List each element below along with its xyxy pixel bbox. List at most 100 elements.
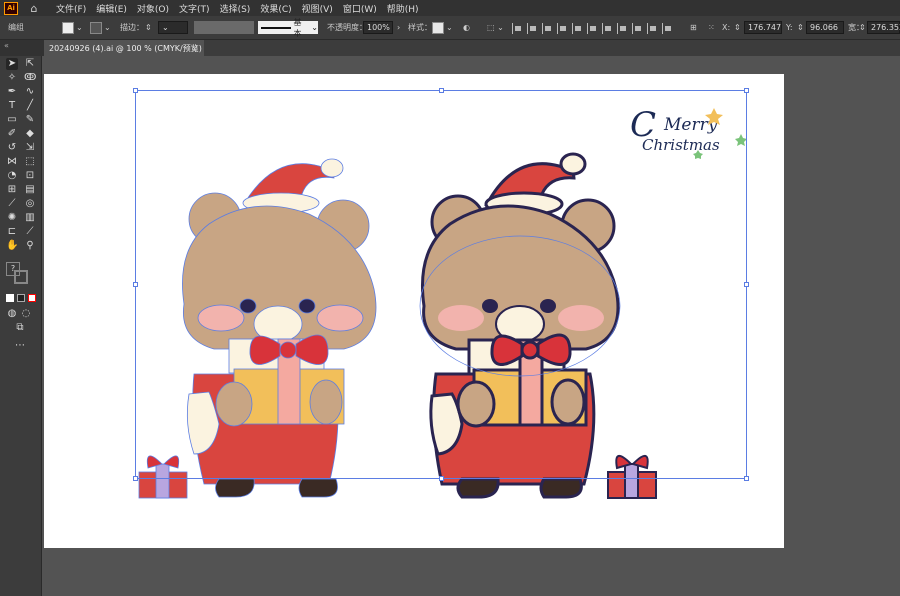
more-tools-icon[interactable]: ⋯	[14, 340, 26, 352]
x-label: X:	[722, 23, 731, 32]
handle-bottom-right[interactable]	[744, 476, 749, 481]
menu-window[interactable]: 窗口(W)	[343, 2, 377, 15]
slice-tool-icon[interactable]: ⟋	[24, 226, 36, 238]
y-stepper-icon[interactable]: ⇕	[797, 20, 804, 35]
variable-width-profile[interactable]	[194, 21, 254, 34]
brush-tool-icon[interactable]: ✎	[24, 114, 36, 126]
opacity-arrow-icon[interactable]: ›	[397, 20, 400, 35]
perspective-grid-icon[interactable]: ⊡	[24, 170, 36, 182]
stroke-mode-icon[interactable]	[17, 294, 25, 302]
document-tabbar: 20240926 (4).ai @ 100 % (CMYK/预览) ×	[44, 40, 900, 56]
handle-top-right[interactable]	[744, 88, 749, 93]
width-tool-icon[interactable]: ⋈	[6, 156, 18, 168]
align-bottom-icon[interactable]	[587, 23, 597, 34]
distribute-left-icon[interactable]	[647, 23, 657, 34]
lasso-tool-icon[interactable]: ↂ	[24, 72, 36, 84]
stroke-weight-stepper[interactable]: ⇕	[145, 20, 152, 35]
eraser-tool-icon[interactable]: ◆	[24, 128, 36, 140]
artboard-tool-icon[interactable]: ⊏	[6, 226, 18, 238]
stroke-weight-field[interactable]: ⌄	[158, 21, 188, 34]
gradient-tool-icon[interactable]: ▤	[24, 184, 36, 196]
w-field[interactable]: 276.352	[867, 21, 900, 34]
shape-builder-icon[interactable]: ◔	[6, 170, 18, 182]
direct-selection-icon[interactable]: ⇱	[24, 58, 36, 70]
blend-tool-icon[interactable]: ◎	[24, 198, 36, 210]
handle-top-center[interactable]	[439, 88, 444, 93]
align-left-icon[interactable]	[512, 23, 522, 34]
fill-swatch[interactable]: ⌄	[62, 20, 83, 35]
menu-effect[interactable]: 效果(C)	[260, 2, 291, 15]
draw-behind-icon[interactable]: ◌	[20, 308, 32, 320]
fill-mode-icon[interactable]	[6, 294, 14, 302]
eyedropper-icon[interactable]: ⟋	[6, 198, 18, 210]
align-hcenter-icon[interactable]	[527, 23, 537, 34]
selection-bounding-box[interactable]	[133, 88, 749, 481]
handle-bottom-left[interactable]	[133, 476, 138, 481]
stroke-line-preview	[261, 26, 291, 29]
w-stepper-icon[interactable]: ⇕	[859, 20, 866, 35]
handle-middle-left[interactable]	[133, 282, 138, 287]
opacity-field[interactable]: 100%	[363, 21, 393, 34]
shaper-tool-icon[interactable]: ✐	[6, 128, 18, 140]
draw-mode-icon[interactable]: ◍	[6, 308, 18, 320]
zoom-tool-icon[interactable]: ⚲	[24, 240, 36, 252]
menu-view[interactable]: 视图(V)	[302, 2, 333, 15]
align-right-icon[interactable]	[542, 23, 552, 34]
scale-tool-icon[interactable]: ⇲	[24, 142, 36, 154]
ref-point-icon[interactable]: ⁙	[708, 20, 715, 35]
menu-bar: Ai ⌂ 文件(F) 编辑(E) 对象(O) 文字(T) 选择(S) 效果(C)…	[0, 0, 900, 16]
recolor-artwork-icon[interactable]: ◐	[463, 20, 470, 35]
type-tool-icon[interactable]: T	[6, 100, 18, 112]
symbol-sprayer-icon[interactable]: ✺	[6, 212, 18, 224]
line-tool-icon[interactable]: ╱	[24, 100, 36, 112]
menu-object[interactable]: 对象(O)	[137, 2, 169, 15]
y-field[interactable]: 96.066	[806, 21, 844, 34]
pen-tool-icon[interactable]: ✒	[6, 86, 18, 98]
handle-bottom-center[interactable]	[439, 476, 444, 481]
free-transform-icon[interactable]: ⬚	[24, 156, 36, 168]
align-vcenter-icon[interactable]	[572, 23, 582, 34]
hand-tool-icon[interactable]: ✋	[6, 240, 18, 252]
x-stepper-icon[interactable]: ⇕	[734, 20, 741, 35]
menu-type[interactable]: 文字(T)	[179, 2, 210, 15]
handle-top-left[interactable]	[133, 88, 138, 93]
align-buttons	[512, 21, 677, 36]
align-top-icon[interactable]	[557, 23, 567, 34]
stroke-style-value: 基本	[293, 17, 302, 38]
x-field[interactable]: 176.747	[744, 21, 782, 34]
stroke-swatch[interactable]: ⌄	[90, 20, 111, 35]
collapse-icon[interactable]: «	[4, 41, 9, 50]
control-bar: 编组 ⌄ ⌄ 描边： ⇕ ⌄ 基本 ⌄ 不透明度： 100% › 样式： ⌄ ◐…	[0, 16, 900, 40]
screen-mode-icon[interactable]: ⧉	[14, 322, 26, 334]
menu-file[interactable]: 文件(F)	[56, 2, 86, 15]
selection-type-label: 编组	[8, 23, 24, 32]
menu-help[interactable]: 帮助(H)	[387, 2, 419, 15]
menu-select[interactable]: 选择(S)	[220, 2, 251, 15]
rectangle-tool-icon[interactable]: ▭	[6, 114, 18, 126]
menu-edit[interactable]: 编辑(E)	[96, 2, 127, 15]
document-tab[interactable]: 20240926 (4).ai @ 100 % (CMYK/预览) ×	[44, 40, 204, 56]
align-to-selection-icon[interactable]: ⬚ ⌄	[487, 20, 504, 35]
handle-middle-right[interactable]	[744, 282, 749, 287]
home-icon[interactable]: ⌂	[26, 2, 42, 15]
stroke-label: 描边：	[120, 23, 144, 32]
canvas-area[interactable]: C Merry Christmas	[44, 56, 900, 596]
distribute-top-icon[interactable]	[602, 23, 612, 34]
none-swatch-icon[interactable]	[28, 294, 36, 302]
distribute-bottom-icon[interactable]	[632, 23, 642, 34]
graph-tool-icon[interactable]: ▥	[24, 212, 36, 224]
transform-reference-icon[interactable]: ⊞	[690, 20, 697, 35]
brush-definition-select[interactable]: 基本 ⌄	[258, 18, 318, 38]
curvature-tool-icon[interactable]: ∿	[24, 86, 36, 98]
graphic-style-swatch[interactable]: ⌄	[432, 20, 453, 35]
style-swatch-icon	[432, 21, 444, 34]
rotate-tool-icon[interactable]: ↺	[6, 142, 18, 154]
stroke-color-icon[interactable]	[14, 270, 28, 284]
close-icon[interactable]: ×	[191, 44, 198, 53]
mesh-tool-icon[interactable]: ⊞	[6, 184, 18, 196]
distribute-vcenter-icon[interactable]	[617, 23, 627, 34]
magic-wand-icon[interactable]: ✧	[6, 72, 18, 84]
distribute-hcenter-icon[interactable]	[662, 23, 672, 34]
toolbar-collapse-strip[interactable]: «	[0, 40, 44, 56]
selection-tool-icon[interactable]: ➤	[6, 58, 18, 70]
